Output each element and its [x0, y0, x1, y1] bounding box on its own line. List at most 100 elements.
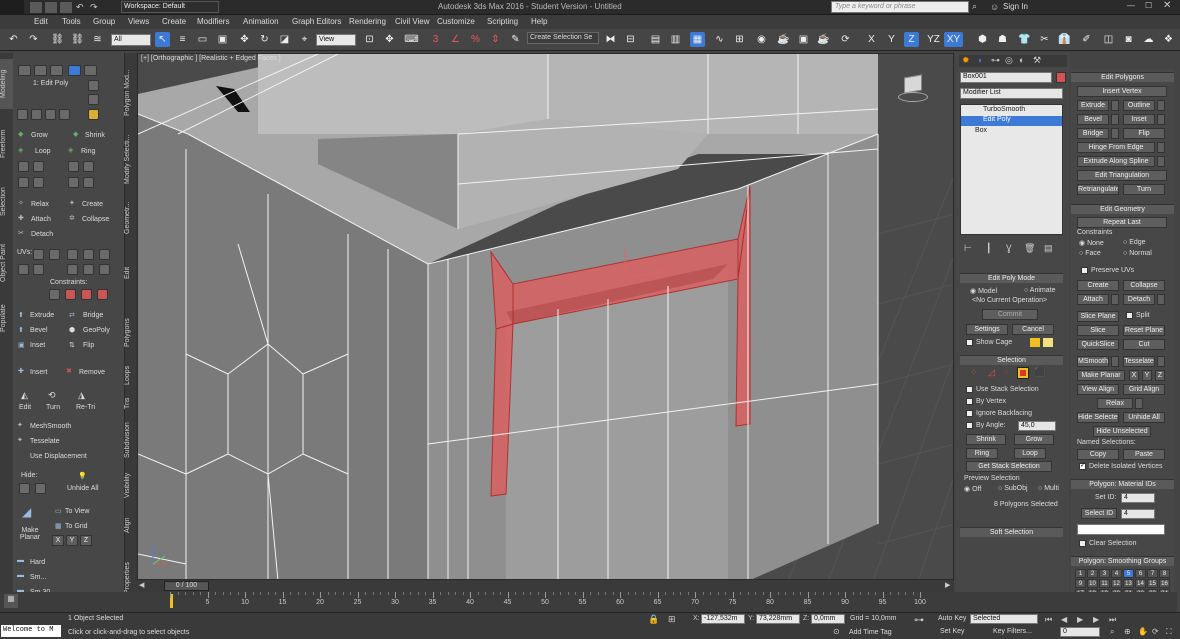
cloth-icon[interactable]: ◫: [1101, 32, 1116, 47]
smoothing-group-button[interactable]: 14: [1135, 579, 1146, 588]
uv-option-2-icon[interactable]: [33, 264, 44, 275]
viewport-label[interactable]: [+] [Orthographic ] [Realistic + Edged F…: [141, 55, 281, 62]
grow-button[interactable]: Grow: [1014, 434, 1054, 445]
layer-explorer-icon[interactable]: ▤: [648, 32, 663, 47]
z-coord-input[interactable]: 0,0mm: [811, 614, 845, 624]
unhide-all-button[interactable]: Unhide All: [67, 485, 99, 492]
angle-snap-icon[interactable]: ∠: [448, 32, 463, 47]
stack-down-icon[interactable]: [88, 94, 99, 105]
uv-spinner-1-icon[interactable]: [49, 249, 60, 260]
save-icon[interactable]: [60, 2, 72, 13]
edit-geometry-header[interactable]: Edit Geometry: [1071, 204, 1174, 214]
get-stack-selection-button[interactable]: Get Stack Selection: [966, 461, 1052, 472]
align-icon[interactable]: ⊟: [623, 32, 638, 47]
constraint-edge-icon[interactable]: [65, 289, 76, 300]
hard-button[interactable]: Hard: [30, 559, 45, 566]
tab-freeform[interactable]: Freeform: [0, 119, 13, 169]
redo-toolbar-icon[interactable]: ↷: [26, 32, 41, 47]
zoom-icon[interactable]: ⌕: [1110, 627, 1114, 637]
create-button[interactable]: Create: [82, 201, 103, 208]
material-editor-icon[interactable]: ◉: [754, 32, 769, 47]
menu-scripting[interactable]: Scripting: [487, 17, 518, 26]
slice-button[interactable]: Slice: [1077, 325, 1119, 336]
graphite-toggle-icon[interactable]: ▦: [690, 32, 705, 47]
percent-snap-icon[interactable]: %: [468, 32, 483, 47]
motion-tab-icon[interactable]: ◎: [1005, 55, 1013, 66]
x-coord-input[interactable]: -127,532m: [701, 614, 745, 624]
shrink-button[interactable]: Shrink: [85, 132, 105, 139]
smoothing-group-button[interactable]: 12: [1111, 579, 1122, 588]
pivot-center-icon[interactable]: ⊡: [362, 32, 377, 47]
fog-icon[interactable]: ☁: [1141, 32, 1156, 47]
polygon-selection-icon[interactable]: [1017, 367, 1029, 379]
smoothing-group-button[interactable]: 13: [1123, 579, 1134, 588]
teapot-icon[interactable]: ☗: [995, 32, 1010, 47]
loop-option-3-icon[interactable]: [18, 177, 29, 188]
stack-item-box[interactable]: Box: [961, 127, 1062, 136]
edit-polygons-header[interactable]: Edit Polygons: [1071, 72, 1174, 82]
hinge-from-edge-button[interactable]: Hinge From Edge: [1077, 142, 1155, 153]
time-tag-icon[interactable]: ⊙: [833, 627, 840, 636]
radio-off[interactable]: ◉ Off: [964, 485, 981, 493]
extrude-along-spline-button[interactable]: Extrude Along Spline: [1077, 156, 1155, 167]
track-bar[interactable]: 5 10 15 20 25 30 35 40 45 50 55 60 65 70 75 80 85 90 95 100: [137, 592, 1177, 612]
quickslice-button[interactable]: QuickSlice: [1077, 339, 1119, 350]
remove-button[interactable]: Remove: [79, 369, 105, 376]
modify-tool-4-icon[interactable]: [59, 109, 70, 120]
reset-plane-button[interactable]: Reset Plane: [1123, 325, 1165, 336]
modify-tool-2-icon[interactable]: [31, 109, 42, 120]
geopoly-button[interactable]: GeoPoly: [83, 327, 110, 334]
detach-button[interactable]: Detach: [31, 231, 53, 238]
repeat-last-button[interactable]: Repeat Last: [1077, 217, 1167, 228]
object-color-swatch[interactable]: [1056, 72, 1066, 83]
panel-visibility[interactable]: Visibility: [124, 468, 137, 503]
render-production-icon[interactable]: ☕: [816, 32, 831, 47]
show-cage-checkbox[interactable]: [966, 339, 973, 346]
vertex-selection-icon[interactable]: ⁘: [970, 367, 978, 378]
planar-y-button[interactable]: Y: [66, 535, 78, 546]
stack-item-edit-poly[interactable]: Edit Poly: [961, 116, 1062, 126]
shirt-icon[interactable]: 👕: [1017, 32, 1032, 47]
bevel-settings-button[interactable]: [1111, 114, 1119, 125]
meshsmooth-button[interactable]: MeshSmooth: [30, 423, 71, 430]
tab-selection[interactable]: Selection: [0, 177, 13, 227]
uv-toggle-icon[interactable]: [33, 249, 44, 260]
selection-filter-dropdown[interactable]: All: [111, 34, 151, 46]
placement-icon[interactable]: ⌖: [297, 32, 312, 47]
grid-align-button[interactable]: Grid Align: [1123, 384, 1165, 395]
smoothing-group-button[interactable]: 6: [1135, 569, 1146, 578]
auto-key-button[interactable]: Auto Key: [938, 615, 966, 622]
rendered-frame-icon[interactable]: ▣: [796, 32, 811, 47]
unlink-icon[interactable]: ⛓: [70, 32, 85, 47]
loop-option-2-icon[interactable]: [33, 161, 44, 172]
constraint-none-icon[interactable]: [49, 289, 60, 300]
smoothing-group-button[interactable]: 3: [1099, 569, 1110, 578]
shirt-blue-icon[interactable]: 👔: [1057, 32, 1072, 47]
brush-icon[interactable]: ✐: [1079, 32, 1094, 47]
smooth-button[interactable]: Sm...: [30, 574, 46, 581]
to-view-button[interactable]: To View: [65, 508, 89, 515]
uv-spinner-3-icon[interactable]: [83, 249, 94, 260]
use-displacement-button[interactable]: Use Displacement: [30, 453, 87, 460]
move-icon[interactable]: ✥: [237, 32, 252, 47]
y-coord-input[interactable]: 73,228mm: [756, 614, 800, 624]
configure-sets-icon[interactable]: ▤: [1044, 243, 1053, 254]
hierarchy-tab-icon[interactable]: ⊶: [991, 55, 1000, 66]
pan-icon[interactable]: ✋: [1138, 627, 1148, 636]
window-crossing-icon[interactable]: ▣: [215, 32, 230, 47]
curve-editor-icon[interactable]: ∿: [712, 32, 727, 47]
camera-icon[interactable]: ◙: [1121, 32, 1136, 47]
extrude-settings-button[interactable]: [1111, 100, 1119, 111]
render-setup-icon[interactable]: ☕: [776, 32, 791, 47]
hide-unselected-icon[interactable]: [35, 483, 46, 494]
utilities-tab-icon[interactable]: ⚒: [1033, 55, 1041, 66]
outline-settings-button[interactable]: [1157, 100, 1165, 111]
ring-option-1-icon[interactable]: [68, 161, 79, 172]
loop-option-4-icon[interactable]: [33, 177, 44, 188]
tessellate-settings-button[interactable]: [1157, 356, 1165, 367]
paste-button[interactable]: Paste: [1123, 449, 1165, 460]
by-angle-checkbox[interactable]: [966, 422, 973, 429]
to-grid-button[interactable]: To Grid: [65, 523, 88, 530]
cage-color-2[interactable]: [1043, 338, 1053, 347]
radio-none[interactable]: ◉ None: [1079, 239, 1104, 247]
